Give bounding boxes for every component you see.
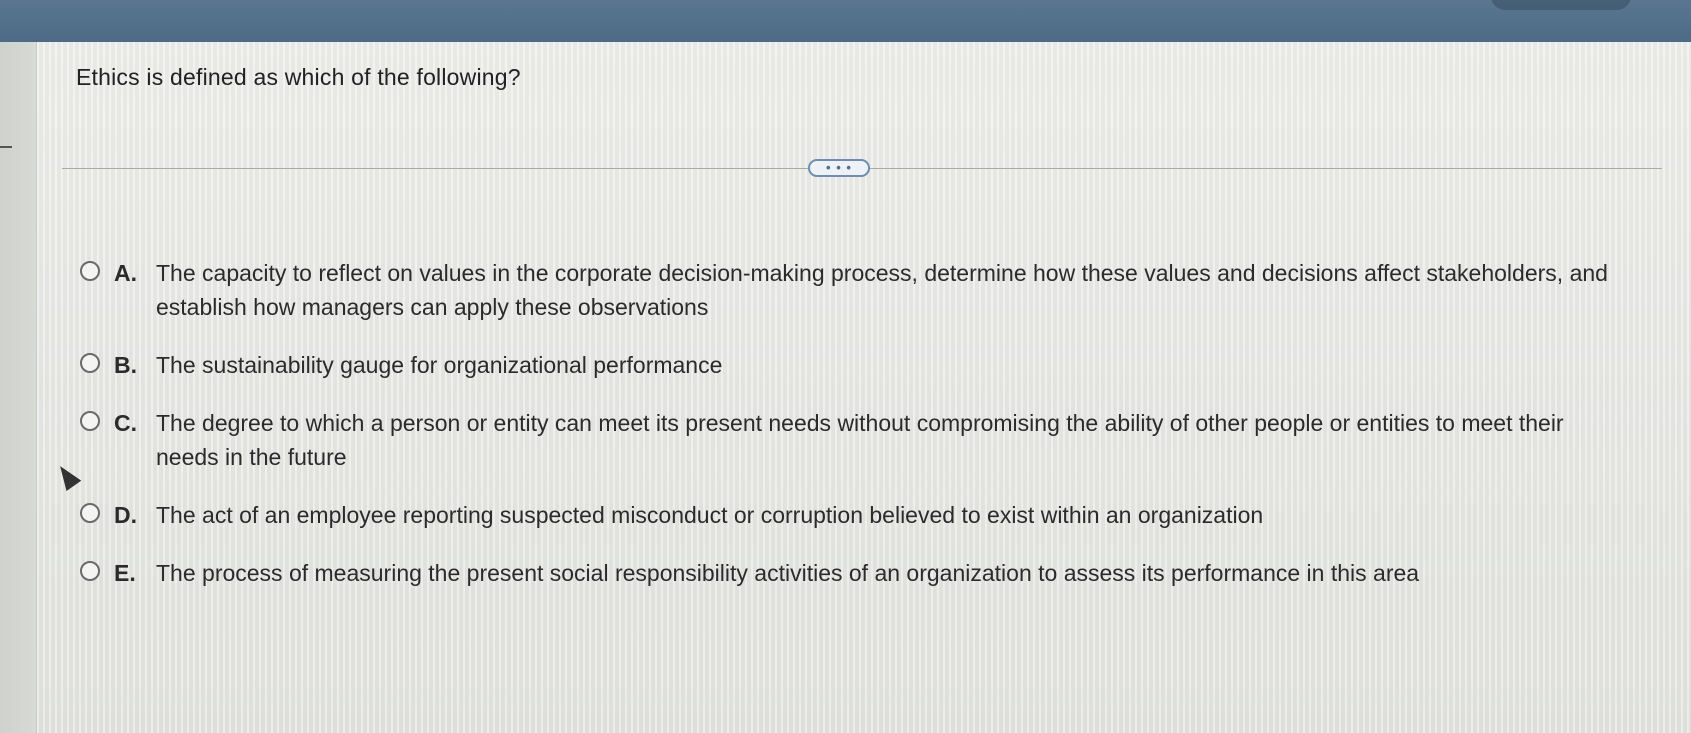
option-text[interactable]: The degree to which a person or entity c… (156, 406, 1616, 474)
top-bar-tab (1491, 0, 1631, 10)
radio-button-b[interactable] (80, 353, 100, 373)
option-e[interactable]: E. The process of measuring the present … (80, 558, 1660, 590)
option-text[interactable]: The act of an employee reporting suspect… (156, 498, 1263, 532)
radio-button-c[interactable] (80, 411, 100, 431)
option-letter: E. (114, 560, 136, 586)
option-letter: C. (114, 410, 137, 436)
radio-button-e[interactable] (80, 561, 100, 581)
answer-options: A. The capacity to reflect on values in … (80, 258, 1660, 616)
question-text: Ethics is defined as which of the follow… (76, 64, 521, 90)
option-text[interactable]: The capacity to reflect on values in the… (156, 256, 1616, 324)
option-b[interactable]: B. The sustainability gauge for organiza… (80, 350, 1660, 382)
radio-button-d[interactable] (80, 503, 100, 523)
top-bar (0, 0, 1691, 42)
option-letter: A. (114, 260, 137, 286)
gutter-tick (0, 146, 12, 148)
left-gutter (0, 42, 36, 733)
option-d[interactable]: D. The act of an employee reporting susp… (80, 500, 1660, 532)
expand-button[interactable]: • • • (808, 159, 870, 177)
radio-button-a[interactable] (80, 261, 100, 281)
option-letter: B. (114, 352, 137, 378)
option-letter: D. (114, 502, 137, 528)
option-a[interactable]: A. The capacity to reflect on values in … (80, 258, 1660, 324)
option-c[interactable]: C. The degree to which a person or entit… (80, 408, 1660, 474)
option-text[interactable]: The process of measuring the present soc… (156, 556, 1419, 590)
option-text[interactable]: The sustainability gauge for organizatio… (156, 348, 722, 382)
